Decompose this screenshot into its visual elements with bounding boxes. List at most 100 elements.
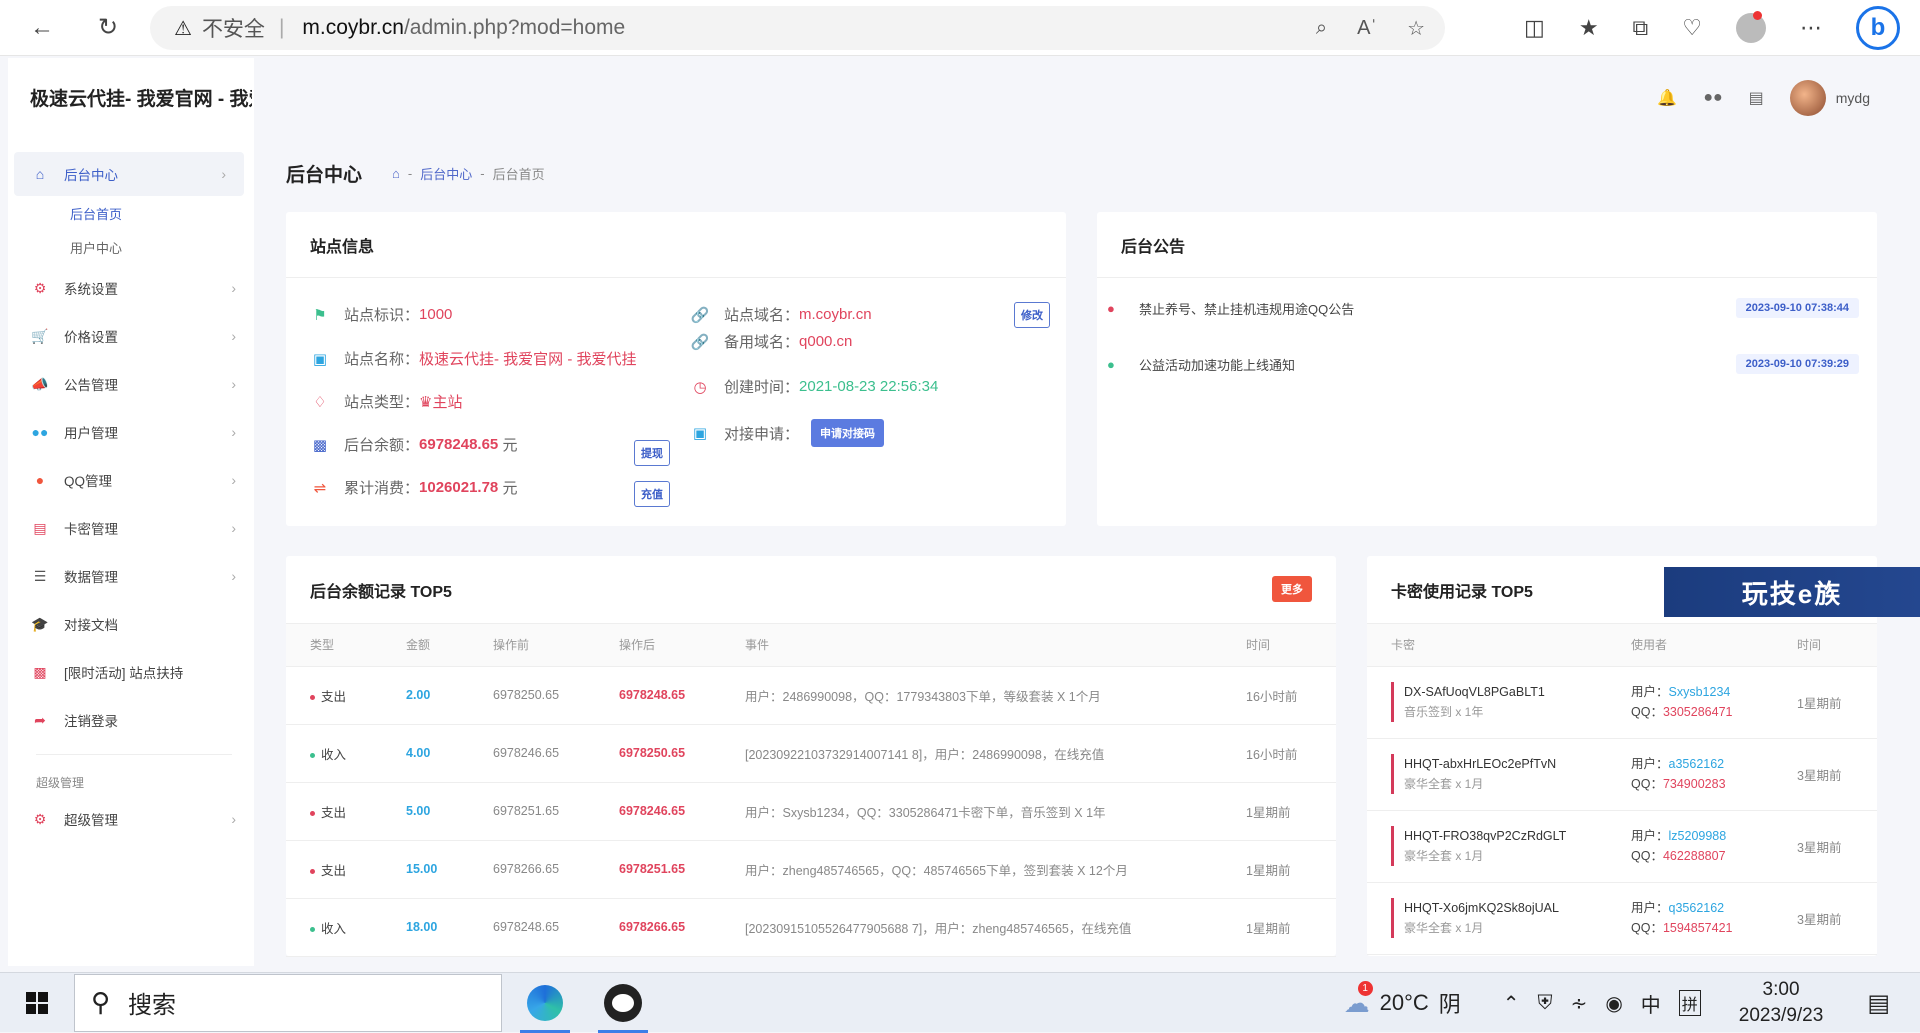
bell-icon[interactable]: 🔔 xyxy=(1657,88,1677,108)
recharge-button[interactable]: 充值 xyxy=(634,481,670,507)
site-id-value: 1000 xyxy=(419,306,453,323)
sidebar-item-qq[interactable]: ● QQ管理 › xyxy=(14,456,254,504)
balance-value: 6978248.65 xyxy=(419,436,499,453)
notice-date: 2023-09-10 07:39:29 xyxy=(1735,354,1859,374)
site-name-value: 极速云代挂- 我爱官网 - 我爱代挂 xyxy=(419,351,637,368)
chart-icon: ▩ xyxy=(33,663,47,680)
withdraw-button[interactable]: 提现 xyxy=(634,440,670,466)
collections-icon[interactable]: ⧉ xyxy=(1633,15,1649,41)
gears-icon: ⚙ xyxy=(33,810,47,827)
profile-avatar-icon[interactable] xyxy=(1736,11,1766,43)
security-shield-icon[interactable]: ⛨ xyxy=(1538,992,1553,1015)
chevron-right-icon: › xyxy=(231,376,236,392)
sidebar-item-promo[interactable]: ▩ [限时活动] 站点扶持 xyxy=(14,648,254,696)
balance-row: ▩ 后台余额： 6978248.65 元 xyxy=(310,434,518,455)
start-button[interactable] xyxy=(0,973,74,1033)
gear-icon: ⚙ xyxy=(33,279,47,296)
sidebar-item-price-settings[interactable]: 🛒 价格设置 › xyxy=(14,312,254,360)
bing-copilot-icon[interactable]: b xyxy=(1856,6,1900,50)
sidebar-sub-home[interactable]: 后台首页 xyxy=(14,196,254,230)
favorite-star-icon[interactable]: ☆ xyxy=(1407,16,1425,41)
back-arrow-icon[interactable]: ← xyxy=(22,8,62,48)
notice-item[interactable]: ● 禁止养号、禁止挂机违规用途QQ公告 2023-09-10 07:38:44 xyxy=(1107,288,1859,328)
chevron-right-icon: › xyxy=(231,811,236,827)
clock-date: 2023/9/23 xyxy=(1738,1005,1824,1026)
taskbar-search[interactable]: ⚲ 搜索 xyxy=(74,973,502,1032)
users-icon[interactable]: ●● xyxy=(1703,89,1722,107)
weather-badge: 1 xyxy=(1357,981,1373,996)
avatar[interactable] xyxy=(1789,80,1826,116)
url-path: /admin.php?mod=home xyxy=(403,16,626,39)
more-button[interactable]: 更多 xyxy=(1272,576,1312,602)
notice-item[interactable]: ● 公益活动加速功能上线通知 2023-09-10 07:39:29 xyxy=(1107,344,1859,384)
megaphone-icon: 📣 xyxy=(31,375,49,392)
table-row: DX-SAfUoqVL8PGaBLT1 音乐签到 x 1年 用户：Sxysb123… xyxy=(1367,666,1877,739)
sidebar-item-announcements[interactable]: 📣 公告管理 › xyxy=(14,360,254,408)
wifi-icon[interactable]: ∻ xyxy=(1571,991,1588,1016)
chat-icon: ● xyxy=(1107,356,1115,372)
favorites-icon[interactable]: ★ xyxy=(1579,15,1599,41)
home-icon[interactable]: ⌂ xyxy=(392,166,400,181)
more-menu-icon[interactable]: ⋯ xyxy=(1800,15,1822,41)
sidebar-sub-user-center[interactable]: 用户中心 xyxy=(14,230,254,264)
api-apply-row: ▣ 对接申请： 申请对接码 xyxy=(690,419,885,447)
home-icon: ⌂ xyxy=(35,166,45,182)
table-row: HHQT-Xo6jmKQ2Sk8ojUAL 豪华全套 x 1月 用户：q35621… xyxy=(1367,882,1877,955)
refresh-icon[interactable]: ↻ xyxy=(88,8,128,48)
chevron-up-icon[interactable]: ⌃ xyxy=(1503,991,1520,1016)
site-id-row: ⚑ 站点标识： 1000 xyxy=(310,304,452,325)
clock[interactable]: 3:00 2023/9/23 xyxy=(1739,977,1824,1029)
sidebar-item-logout[interactable]: ➦ 注销登录 xyxy=(14,696,254,744)
breadcrumb: ⌂ - 后台中心 - 后台首页 xyxy=(392,164,545,183)
ime-pinyin[interactable]: 拼 xyxy=(1678,990,1701,1016)
chevron-right-icon: › xyxy=(221,166,226,182)
sidebar-item-super-admin[interactable]: ⚙ 超级管理 › xyxy=(14,795,254,843)
id-card-icon: ▣ xyxy=(692,425,708,442)
link-icon: 🔗 xyxy=(690,306,710,324)
zoom-icon[interactable]: ⌕ xyxy=(1316,17,1327,40)
sidebar-item-api-docs[interactable]: 🎓 对接文档 xyxy=(14,600,254,648)
address-bar[interactable]: ⚠ 不安全 | m.coybr.cn/admin.php?mod=home ⌕ … xyxy=(150,6,1445,50)
link-icon: 🔗 xyxy=(690,333,710,351)
table-row: 支出 2.00 6978250.65 6978248.65 用户：2486990… xyxy=(286,666,1336,725)
breadcrumb-item: 后台首页 xyxy=(492,167,545,182)
username[interactable]: mydg xyxy=(1836,90,1870,106)
weather-widget[interactable]: ☁ 1 20°C 阴 xyxy=(1344,981,1461,1019)
performance-heart-icon[interactable]: ♡ xyxy=(1682,15,1702,41)
chat-icon: ● xyxy=(1107,300,1115,316)
code-icon: ⇌ xyxy=(313,479,327,497)
header-actions: 🔔 ●● ▤ mydg xyxy=(1657,80,1870,116)
apply-api-code-button[interactable]: 申请对接码 xyxy=(811,419,885,447)
tray-app-icon[interactable]: ◉ xyxy=(1605,991,1622,1016)
sidebar-item-admin-center[interactable]: ⌂ 后台中心 › xyxy=(14,152,244,196)
ime-mode[interactable]: 中 xyxy=(1641,989,1661,1018)
taskbar-qq[interactable] xyxy=(588,973,658,1033)
users-icon: ●● xyxy=(31,424,49,440)
notice-text: 禁止养号、禁止挂机违规用途QQ公告 xyxy=(1139,301,1355,317)
balance-log-card: 后台余额记录 TOP5 更多 类型 金额 操作前 操作后 事件 时间 支出 2.… xyxy=(286,556,1336,957)
split-screen-icon[interactable]: ◫ xyxy=(1524,15,1545,41)
search-icon: ⚲ xyxy=(91,987,111,1017)
edit-button[interactable]: 修改 xyxy=(1014,302,1050,328)
qq-penguin-icon xyxy=(604,983,642,1022)
notification-icon[interactable]: ▤ xyxy=(1867,989,1890,1018)
chevron-right-icon: › xyxy=(231,328,236,344)
sidebar-item-users[interactable]: ●● 用户管理 › xyxy=(14,408,254,456)
card-log-table: 卡密 使用者 时间 DX-SAfUoqVL8PGaBLT1 音乐签到 x 1年 用… xyxy=(1367,624,1877,955)
trophy-icon: ♛ xyxy=(419,393,433,411)
search-placeholder: 搜索 xyxy=(128,992,177,1019)
sidebar-item-cards[interactable]: ▤ 卡密管理 › xyxy=(14,504,254,552)
insecure-label: 不安全 xyxy=(201,18,265,41)
temperature: 20°C xyxy=(1379,990,1429,1015)
breadcrumb-item[interactable]: 后台中心 xyxy=(420,164,472,183)
read-aloud-icon[interactable]: Aˈ xyxy=(1357,17,1377,40)
sidebar-item-system-settings[interactable]: ⚙ 系统设置 › xyxy=(14,264,254,312)
url-separator: | xyxy=(278,16,285,39)
taskbar-edge[interactable] xyxy=(510,973,580,1033)
sidebar-section-header: 超级管理 xyxy=(36,775,85,790)
card-icon[interactable]: ▤ xyxy=(1749,88,1764,108)
notification-dot xyxy=(1753,11,1762,20)
site-brand: 极速云代挂- 我爱官网 - 我爱代挂 xyxy=(30,89,252,110)
watermark-logo: 玩技e族 xyxy=(1664,567,1920,617)
sidebar-item-data[interactable]: ☰ 数据管理 › xyxy=(14,552,254,600)
